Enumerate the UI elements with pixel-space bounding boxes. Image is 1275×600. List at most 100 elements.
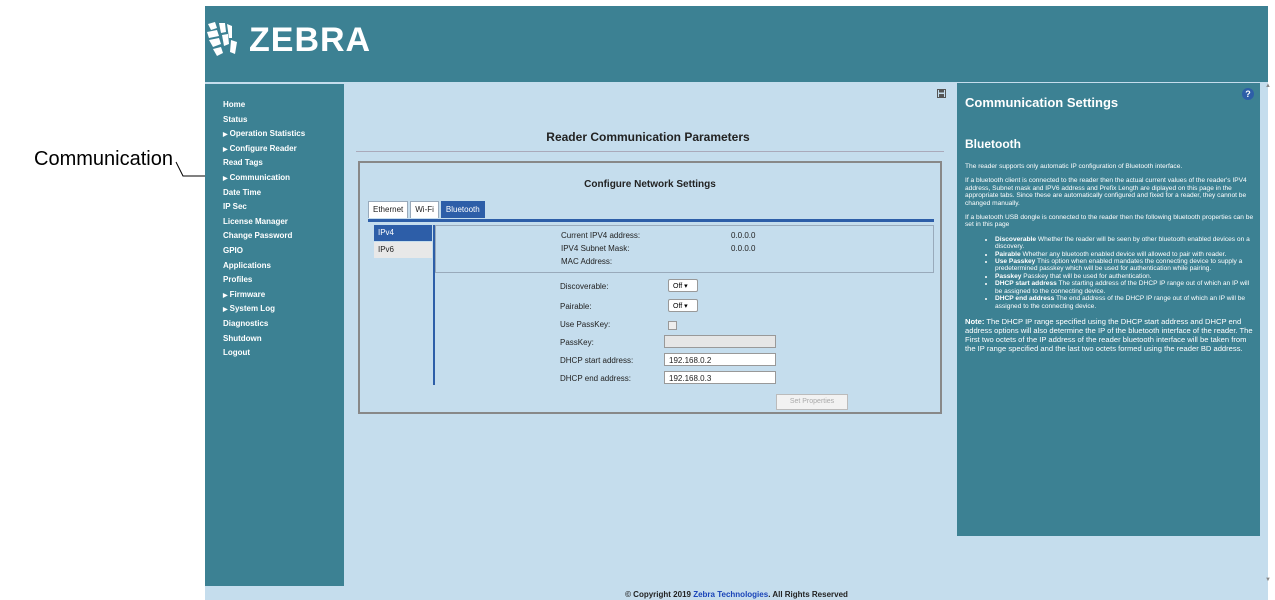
expand-arrow-icon: ▶ bbox=[223, 132, 228, 139]
tab-ethernet[interactable]: Ethernet bbox=[368, 201, 409, 218]
sidebar-item-profiles[interactable]: Profiles bbox=[205, 273, 344, 288]
expand-arrow-icon: ▶ bbox=[223, 307, 228, 314]
help-paragraph: If a bluetooth client is connected to th… bbox=[965, 177, 1247, 207]
help-bullet-list: Discoverable Whether the reader will be … bbox=[965, 236, 1257, 310]
pairable-value: Off bbox=[673, 303, 683, 310]
network-settings-panel: Configure Network Settings Ethernet Wi-Fi… bbox=[358, 161, 942, 414]
help-bullet: Passkey Passkey that will be used for au… bbox=[995, 273, 1257, 280]
help-bullet-term: DHCP end address bbox=[995, 295, 1055, 303]
sidebar-item-communication[interactable]: ▶ Communication bbox=[205, 171, 344, 186]
use-passkey-checkbox[interactable] bbox=[668, 321, 677, 330]
help-body: The reader supports only automatic IP co… bbox=[965, 163, 1257, 360]
page-title: Reader Communication Parameters bbox=[546, 130, 750, 144]
sidebar-item-date-time[interactable]: Date Time bbox=[205, 186, 344, 201]
help-title: Communication Settings bbox=[965, 95, 1119, 110]
chevron-down-icon: ▾ bbox=[684, 303, 688, 310]
ip-version-tabs: IPv4 IPv6 bbox=[374, 225, 432, 259]
sidebar-item-label: Configure Reader bbox=[229, 143, 297, 153]
sidebar-item-label: Read Tags bbox=[223, 158, 263, 168]
subnet-mask-label: IPV4 Subnet Mask: bbox=[561, 244, 630, 253]
footer-rights: . All Rights Reserved bbox=[768, 590, 848, 599]
sidebar-nav: Home Status ▶ Operation Statistics ▶ Configur… bbox=[205, 84, 344, 586]
help-bullet-term: DHCP start address bbox=[995, 280, 1057, 288]
zebra-head-icon bbox=[207, 22, 237, 56]
title-divider bbox=[356, 151, 944, 152]
help-note-term: Note: bbox=[965, 316, 985, 326]
sidebar-item-read-tags[interactable]: Read Tags bbox=[205, 156, 344, 171]
save-icon[interactable] bbox=[937, 89, 946, 98]
app-window: ZEBRA Home Status ▶ Operation Statistics ▶ Co… bbox=[205, 6, 1271, 600]
sidebar-item-logout[interactable]: Logout bbox=[205, 346, 344, 361]
help-bullet-term: Use Passkey bbox=[995, 258, 1036, 266]
passkey-input[interactable] bbox=[664, 335, 776, 348]
sidebar-item-label: Operation Statistics bbox=[229, 129, 306, 139]
sidebar-item-label: Shutdown bbox=[223, 333, 262, 343]
help-bullet: Use Passkey This option when enabled man… bbox=[995, 258, 1257, 273]
dhcp-end-input[interactable]: 192.168.0.3 bbox=[664, 371, 776, 384]
help-icon[interactable]: ? bbox=[1242, 88, 1254, 100]
pairable-label: Pairable: bbox=[560, 302, 592, 311]
help-bullet: Discoverable Whether the reader will be … bbox=[995, 236, 1257, 251]
ipv4-address-value: 0.0.0.0 bbox=[731, 231, 756, 240]
callout-leader-line bbox=[175, 161, 215, 177]
sidebar-item-configure-reader[interactable]: ▶ Configure Reader bbox=[205, 142, 344, 157]
help-note: Note: The DHCP IP range specified using … bbox=[965, 317, 1257, 353]
sidebar-item-gpio[interactable]: GPIO bbox=[205, 244, 344, 259]
help-subtitle: Bluetooth bbox=[965, 137, 1021, 151]
sidebar-item-license-manager[interactable]: License Manager bbox=[205, 215, 344, 230]
sidebar-item-firmware[interactable]: ▶ Firmware bbox=[205, 288, 344, 303]
sidebar-item-label: Change Password bbox=[223, 231, 293, 241]
pairable-select[interactable]: Off ▾ bbox=[668, 299, 698, 312]
discoverable-label: Discoverable: bbox=[560, 282, 609, 291]
scroll-up-arrow[interactable]: ▲ bbox=[1265, 83, 1271, 89]
subtab-ipv6[interactable]: IPv6 bbox=[374, 242, 432, 258]
help-bullet-term: Pairable bbox=[995, 250, 1021, 258]
sidebar-item-label: Firmware bbox=[229, 289, 266, 299]
help-bullet-term: Discoverable bbox=[995, 235, 1037, 243]
ipv4-address-label: Current IPV4 address: bbox=[561, 231, 641, 240]
sidebar-item-diagnostics[interactable]: Diagnostics bbox=[205, 317, 344, 332]
sidebar-item-applications[interactable]: Applications bbox=[205, 259, 344, 274]
sidebar-item-operation-statistics[interactable]: ▶ Operation Statistics bbox=[205, 127, 344, 142]
dhcp-start-label: DHCP start address: bbox=[560, 356, 634, 365]
help-bullet-term: Passkey bbox=[995, 272, 1022, 280]
sidebar-item-home[interactable]: Home bbox=[205, 98, 344, 113]
discoverable-select[interactable]: Off ▾ bbox=[668, 279, 698, 292]
tab-wi-fi[interactable]: Wi-Fi bbox=[410, 201, 439, 218]
subtab-ipv4[interactable]: IPv4 bbox=[374, 225, 432, 241]
footer-company-link[interactable]: Zebra Technologies bbox=[693, 590, 768, 599]
sidebar-item-shutdown[interactable]: Shutdown bbox=[205, 332, 344, 347]
sidebar-item-label: Logout bbox=[223, 348, 251, 358]
dhcp-end-label: DHCP end address: bbox=[560, 374, 631, 383]
dhcp-start-input[interactable]: 192.168.0.2 bbox=[664, 353, 776, 366]
panel-title: Configure Network Settings bbox=[584, 179, 716, 190]
footer-copyright: © Copyright 2019 bbox=[625, 590, 694, 599]
tab-underline bbox=[368, 219, 934, 222]
sidebar-item-ip-sec[interactable]: IP Sec bbox=[205, 200, 344, 215]
help-bullet: DHCP start address The starting address … bbox=[995, 280, 1257, 295]
logo-text: ZEBRA bbox=[249, 20, 372, 59]
set-properties-button[interactable]: Set Properties bbox=[776, 394, 848, 410]
sidebar-item-label: Profiles bbox=[223, 275, 253, 285]
tab-bluetooth[interactable]: Bluetooth bbox=[440, 201, 485, 218]
sidebar-item-label: Applications bbox=[223, 260, 272, 270]
discoverable-value: Off bbox=[673, 283, 683, 290]
main-content: Reader Communication Parameters Configur… bbox=[344, 84, 952, 586]
zebra-logo[interactable]: ZEBRA bbox=[205, 20, 371, 60]
footer: © Copyright 2019 Zebra Technologies. All… bbox=[205, 590, 1268, 599]
expand-arrow-icon: ▶ bbox=[223, 146, 228, 153]
chevron-down-icon: ▾ bbox=[684, 283, 688, 290]
passkey-label: PassKey: bbox=[560, 338, 594, 347]
expand-arrow-icon: ▶ bbox=[223, 175, 228, 182]
scroll-down-arrow[interactable]: ▼ bbox=[1265, 577, 1271, 583]
sidebar-item-status[interactable]: Status bbox=[205, 113, 344, 128]
sidebar-item-system-log[interactable]: ▶ System Log bbox=[205, 302, 344, 317]
help-paragraph: The reader supports only automatic IP co… bbox=[965, 163, 1183, 170]
sidebar-item-label: Status bbox=[223, 114, 248, 124]
sidebar-item-label: Home bbox=[223, 100, 246, 109]
address-info-box: Current IPV4 address: 0.0.0.0 IPV4 Subne… bbox=[435, 225, 934, 273]
mac-address-label: MAC Address: bbox=[561, 257, 613, 266]
sidebar-item-label: System Log bbox=[229, 304, 275, 314]
expand-arrow-icon: ▶ bbox=[223, 292, 228, 299]
sidebar-item-change-password[interactable]: Change Password bbox=[205, 229, 344, 244]
